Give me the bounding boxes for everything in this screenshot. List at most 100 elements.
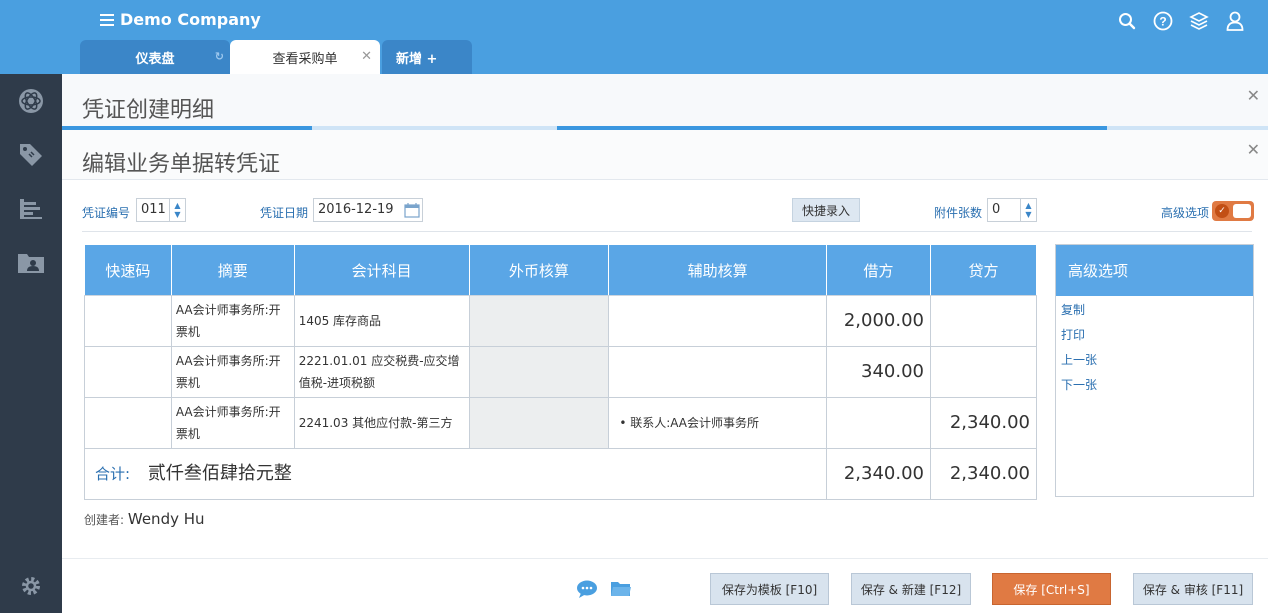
debit-cell[interactable] — [826, 397, 931, 449]
auxiliary-cell[interactable]: • 联系人:AA会计师事务所 — [608, 397, 828, 449]
account-cell[interactable]: 1405 库存商品 — [293, 295, 470, 347]
content-area: 凭证创建明细 ✕ 编辑业务单据转凭证 ✕ 凭证编号 011 ▲ ▼ 凭证日期 20… — [62, 74, 1268, 613]
foreign-currency-cell — [468, 397, 610, 449]
folder-icon[interactable] — [610, 579, 632, 599]
tags-icon[interactable] — [16, 140, 46, 170]
settings-gear-icon[interactable] — [16, 571, 46, 601]
voucher-date-value: 2016-12-19 — [318, 202, 394, 217]
credit-cell[interactable]: 2,340.00 — [929, 397, 1038, 449]
quick-code-cell[interactable] — [84, 346, 172, 398]
save-button[interactable]: 保存 [Ctrl+S] — [992, 573, 1111, 605]
quick-code-cell[interactable] — [84, 295, 172, 347]
voucher-no-label: 凭证编号 — [82, 206, 131, 220]
foreign-currency-cell — [468, 346, 610, 398]
bullet-icon: • — [619, 416, 627, 430]
column-header: 辅助核算 — [608, 244, 828, 296]
column-header: 外币核算 — [468, 244, 610, 296]
calendar-icon[interactable] — [404, 202, 420, 222]
layers-icon[interactable] — [1188, 10, 1210, 32]
divider — [62, 558, 1268, 559]
foreign-currency-cell — [468, 295, 610, 347]
table-row: AA会计师事务所:开票机 2241.03 其他应付款-第三方 • 联系人:AA会… — [84, 397, 1038, 449]
tab-label: 查看采购单 — [272, 51, 338, 67]
quick-code-cell[interactable] — [84, 397, 172, 449]
tab-view-purchase-order[interactable]: 查看采购单 ✕ — [230, 40, 380, 74]
column-header: 借方 — [826, 244, 931, 296]
voucher-no-value: 011 — [141, 202, 166, 217]
credit-cell[interactable] — [929, 346, 1038, 398]
auxiliary-cell[interactable] — [608, 295, 828, 347]
total-row: 合计: 贰仟叁佰肆拾元整 2,340.00 2,340.00 — [83, 448, 1038, 500]
copy-link[interactable]: 复制 — [1056, 298, 1253, 323]
column-header: 会计科目 — [293, 244, 470, 296]
column-header: 摘要 — [170, 244, 295, 296]
help-icon[interactable]: ? — [1152, 10, 1174, 32]
creator-label: 创建者: — [84, 513, 125, 527]
save-as-template-button[interactable]: 保存为模板 [F10] — [710, 573, 829, 605]
account-cell[interactable]: 2241.03 其他应付款-第三方 — [293, 397, 470, 449]
reload-icon[interactable]: ↻ — [215, 50, 224, 63]
table-row: AA会计师事务所:开票机 1405 库存商品 2,000.00 — [84, 295, 1038, 347]
total-cell: 合计: 贰仟叁佰肆拾元整 — [83, 448, 828, 500]
voucher-date-label: 凭证日期 — [260, 206, 309, 220]
tab-new[interactable]: 新增 + — [382, 40, 472, 74]
user-icon[interactable] — [1224, 10, 1246, 32]
divider — [82, 231, 1252, 232]
search-icon[interactable] — [1116, 10, 1138, 32]
summary-cell[interactable]: AA会计师事务所:开票机 — [170, 397, 295, 449]
voucher-entries-table: 快速码 摘要 会计科目 外币核算 辅助核算 借方 贷方 AA会计师事务所:开票机… — [83, 244, 1038, 500]
advanced-options-toggle[interactable]: ✓ — [1212, 201, 1254, 221]
top-bar: Demo Company ? 仪表盘 ↻ 查看采购单 ✕ 新增 + — [0, 0, 1268, 74]
bar-chart-icon[interactable] — [16, 194, 46, 224]
debit-cell[interactable]: 340.00 — [826, 346, 931, 398]
atom-icon[interactable] — [16, 86, 46, 116]
chat-icon[interactable] — [576, 579, 598, 599]
check-icon: ✓ — [1215, 204, 1229, 218]
total-credit: 2,340.00 — [929, 448, 1038, 500]
stepper-icon[interactable]: ▲ ▼ — [169, 199, 185, 221]
debit-cell[interactable]: 2,000.00 — [826, 295, 931, 347]
voucher-form: 凭证编号 011 ▲ ▼ 凭证日期 2016-12-19 快捷录入 附件张数 0 … — [62, 196, 1268, 224]
save-and-review-button[interactable]: 保存 & 审核 [F11] — [1133, 573, 1253, 605]
attachments-value: 0 — [992, 202, 1001, 217]
quick-entry-button[interactable]: 快捷录入 — [792, 198, 860, 222]
close-icon[interactable]: ✕ — [361, 49, 372, 64]
summary-cell[interactable]: AA会计师事务所:开票机 — [170, 346, 295, 398]
top-icons: ? — [1116, 10, 1246, 32]
panel-voucher-detail: 凭证创建明细 ✕ — [62, 74, 1268, 130]
table-header-row: 快速码 摘要 会计科目 外币核算 辅助核算 借方 贷方 — [84, 244, 1038, 296]
advanced-options-title: 高级选项 — [1056, 245, 1253, 296]
account-cell[interactable]: 2221.01.01 应交税费-应交增值税-进项税额 — [293, 346, 470, 398]
section-title: 编辑业务单据转凭证 — [82, 152, 281, 177]
folder-user-icon[interactable] — [16, 248, 46, 278]
toggle-knob — [1233, 204, 1251, 218]
voucher-no-field[interactable]: 011 ▲ ▼ — [136, 198, 186, 222]
menu-icon[interactable] — [100, 13, 114, 26]
attachments-field[interactable]: 0 ▲ ▼ — [987, 198, 1037, 222]
tab-dashboard[interactable]: 仪表盘 ↻ — [80, 40, 230, 74]
page-title: 凭证创建明细 — [82, 98, 215, 123]
total-amount-words: 贰仟叁佰肆拾元整 — [147, 462, 292, 484]
tab-label: 仪表盘 — [135, 51, 175, 67]
summary-cell[interactable]: AA会计师事务所:开票机 — [170, 295, 295, 347]
stepper-icon[interactable]: ▲ ▼ — [1020, 199, 1036, 221]
auxiliary-contact: 联系人:AA会计师事务所 — [630, 416, 760, 430]
brand-name: Demo Company — [120, 10, 261, 29]
close-icon[interactable]: ✕ — [1247, 140, 1260, 159]
creator-name: Wendy Hu — [127, 510, 205, 528]
voucher-date-field[interactable]: 2016-12-19 — [313, 198, 423, 222]
save-and-new-button[interactable]: 保存 & 新建 [F12] — [851, 573, 971, 605]
brand[interactable]: Demo Company — [100, 10, 261, 29]
print-link[interactable]: 打印 — [1056, 323, 1253, 348]
tab-bar: 仪表盘 ↻ 查看采购单 ✕ 新增 + — [80, 40, 472, 74]
column-header: 贷方 — [929, 244, 1038, 296]
auxiliary-cell[interactable] — [608, 346, 828, 398]
table-row: AA会计师事务所:开票机 2221.01.01 应交税费-应交增值税-进项税额 … — [84, 346, 1038, 398]
previous-link[interactable]: 上一张 — [1056, 348, 1253, 373]
next-link[interactable]: 下一张 — [1056, 373, 1253, 398]
total-debit: 2,340.00 — [826, 448, 931, 500]
advanced-options-label: 高级选项 — [1161, 206, 1210, 220]
close-icon[interactable]: ✕ — [1247, 86, 1260, 105]
svg-text:?: ? — [1159, 15, 1166, 29]
credit-cell[interactable] — [929, 295, 1038, 347]
